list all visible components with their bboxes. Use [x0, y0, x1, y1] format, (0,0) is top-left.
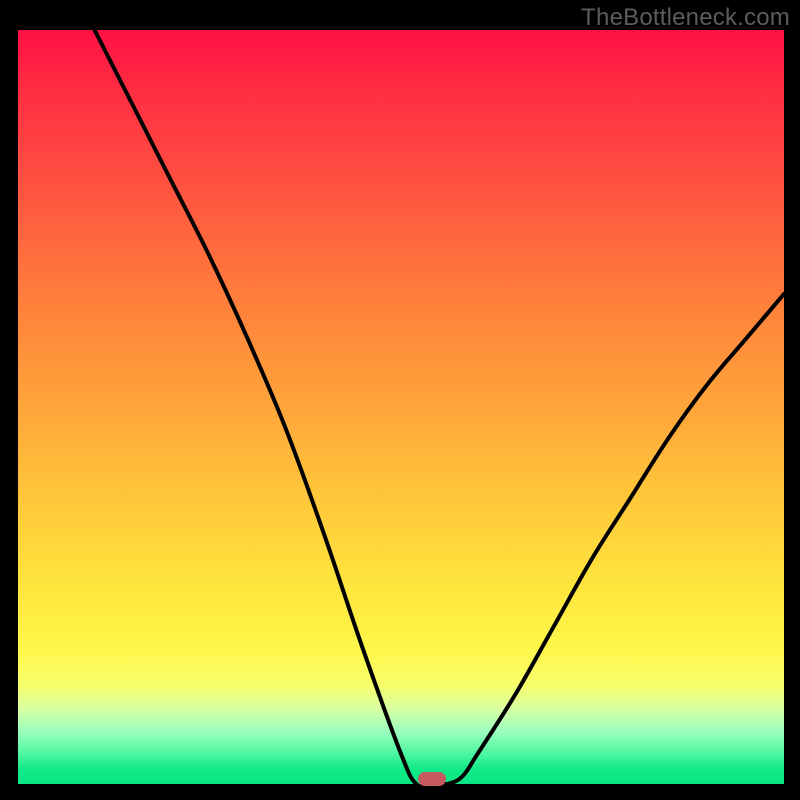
bottleneck-curve [18, 30, 784, 784]
watermark-text: TheBottleneck.com [581, 4, 790, 32]
chart-frame: TheBottleneck.com [0, 0, 800, 800]
optimal-marker [418, 772, 446, 786]
plot-area [18, 30, 784, 784]
